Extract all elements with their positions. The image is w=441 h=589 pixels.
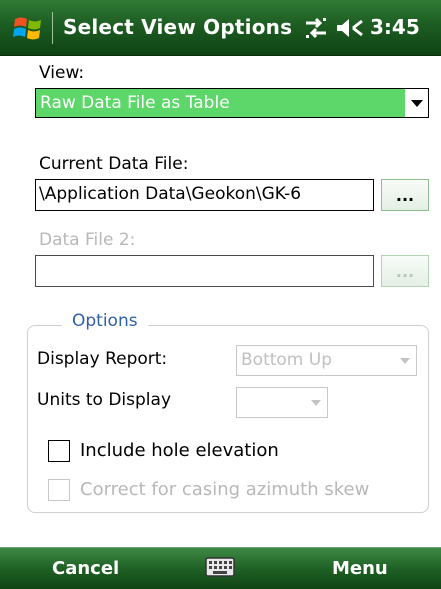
options-legend: Options	[62, 311, 148, 331]
clock[interactable]: 3:45	[370, 15, 420, 39]
chevron-down-icon[interactable]	[394, 346, 416, 375]
keyboard-icon[interactable]	[205, 556, 235, 578]
current-file-value: \Application Data\Geokon\GK-6	[39, 184, 302, 204]
view-label: View:	[39, 63, 85, 83]
title-bar: Select View Options 3:45	[0, 0, 441, 56]
chevron-down-icon[interactable]	[305, 388, 327, 417]
current-file-field[interactable]: \Application Data\Geokon\GK-6	[35, 179, 374, 211]
volume-icon[interactable]	[335, 16, 365, 40]
cancel-softkey[interactable]: Cancel	[52, 558, 119, 579]
correct-casing-label[interactable]: Correct for casing azimuth skew	[80, 479, 369, 500]
display-report-value: Bottom Up	[241, 350, 332, 370]
units-dropdown[interactable]	[236, 387, 328, 418]
units-label: Units to Display	[37, 390, 171, 410]
connectivity-icon[interactable]	[302, 15, 330, 41]
file2-label: Data File 2:	[39, 230, 136, 250]
chevron-down-icon[interactable]	[406, 89, 428, 117]
view-dropdown-value: Raw Data File as Table	[40, 93, 230, 113]
current-file-label: Current Data File:	[39, 154, 189, 174]
title-separator	[52, 12, 53, 44]
windows-start-icon[interactable]	[12, 12, 44, 44]
display-report-label: Display Report:	[37, 349, 168, 369]
view-dropdown[interactable]: Raw Data File as Table	[35, 88, 429, 118]
softkey-bar: Cancel Menu	[0, 547, 441, 589]
file2-field[interactable]	[35, 255, 374, 287]
menu-softkey[interactable]: Menu	[332, 558, 388, 579]
correct-casing-checkbox[interactable]	[48, 479, 70, 501]
display-report-dropdown[interactable]: Bottom Up	[236, 345, 417, 376]
window-title: Select View Options	[63, 15, 293, 39]
browse-current-file-button[interactable]: ...	[381, 179, 429, 211]
include-hole-checkbox[interactable]	[48, 440, 70, 462]
browse-file2-button[interactable]: ...	[381, 255, 429, 287]
include-hole-label[interactable]: Include hole elevation	[80, 440, 279, 461]
